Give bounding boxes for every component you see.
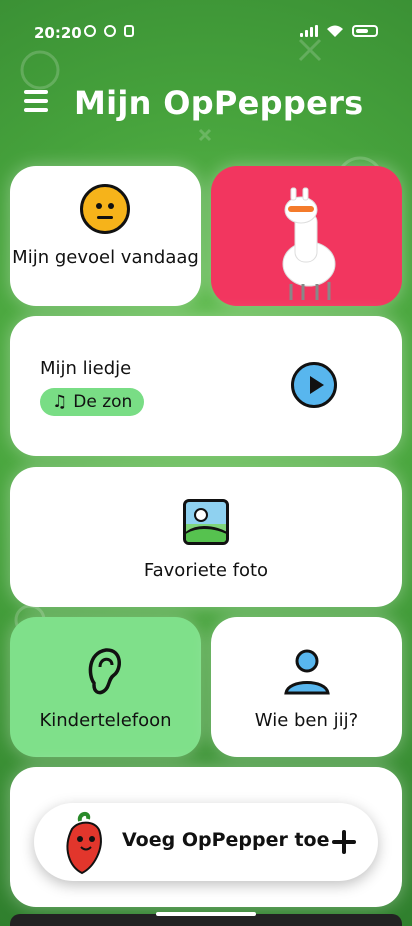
home-indicator	[156, 912, 256, 916]
song-chip-label: De zon	[73, 392, 133, 412]
music-note-icon: ♫	[52, 392, 68, 412]
menu-icon[interactable]	[24, 90, 48, 112]
person-icon	[284, 649, 330, 695]
photo-label: Favoriete foto	[143, 560, 269, 581]
info-icon	[104, 25, 116, 37]
song-card[interactable]: Mijn liedje ♫ De zon	[10, 316, 402, 456]
phone-icon	[124, 25, 134, 37]
battery-icon	[352, 25, 378, 37]
status-time: 20:20	[34, 24, 82, 42]
page-title: Mijn OpPeppers	[74, 84, 364, 122]
signal-icon	[300, 25, 318, 37]
wifi-icon	[327, 25, 343, 37]
neutral-face-icon	[80, 184, 130, 234]
add-oppepper-label: Voeg OpPepper toe	[122, 829, 330, 851]
who-card[interactable]: Wie ben jij?	[211, 617, 402, 757]
helpline-card[interactable]: Kindertelefoon	[10, 617, 201, 757]
song-title: Mijn liedje	[40, 358, 132, 379]
plus-icon	[332, 830, 356, 854]
status-bar: 20:20	[0, 0, 412, 62]
llama-illustration	[282, 187, 336, 300]
photo-card[interactable]: Favoriete foto	[10, 467, 402, 607]
song-chip[interactable]: ♫ De zon	[40, 388, 145, 416]
play-icon[interactable]	[291, 362, 337, 408]
app-header: Mijn OpPeppers	[0, 70, 412, 140]
ear-icon	[88, 648, 121, 695]
feeling-card[interactable]: Mijn gevoel vandaag	[10, 166, 201, 306]
add-oppepper-button[interactable]: Voeg OpPepper toe	[34, 803, 378, 881]
feeling-label: Mijn gevoel vandaag	[12, 247, 199, 268]
whatsapp-icon	[84, 25, 96, 37]
photo-icon	[183, 499, 229, 545]
llama-card[interactable]	[211, 166, 402, 306]
helpline-label: Kindertelefoon	[39, 710, 172, 731]
pepper-mascot	[66, 812, 102, 875]
who-label: Wie ben jij?	[254, 710, 359, 731]
